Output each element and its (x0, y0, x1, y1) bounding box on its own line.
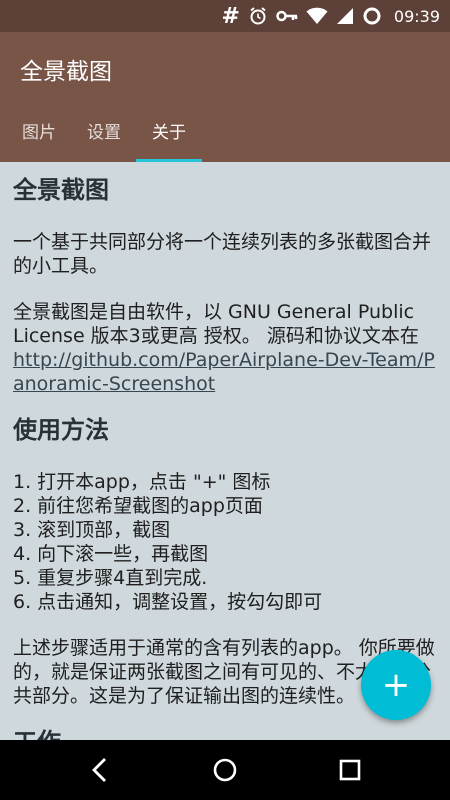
sync-icon (362, 6, 382, 26)
status-bar: # 09:39 (0, 0, 450, 32)
hash-icon: # (221, 3, 240, 29)
about-heading-usage: 使用方法 (13, 416, 109, 444)
step-item: 4. 向下滚一些，再截图 (13, 543, 209, 565)
step-item: 1. 打开本app，点击 "+" 图标 (13, 471, 271, 493)
key-icon (276, 6, 298, 26)
alarm-icon (248, 6, 268, 26)
recents-button[interactable] (330, 750, 370, 790)
source-link[interactable]: http://github.com/PaperAirplane-Dev-Team… (13, 349, 435, 395)
tab-images-label: 图片 (22, 122, 56, 143)
recents-icon (339, 759, 361, 781)
tab-settings-label: 设置 (87, 122, 121, 143)
back-icon (92, 758, 106, 782)
tab-bar: 图片 设置 关于 (0, 98, 450, 162)
tab-about[interactable]: 关于 (136, 98, 202, 162)
tab-settings[interactable]: 设置 (72, 98, 136, 162)
signal-icon (336, 6, 354, 26)
about-license: 全景截图是自由软件，以 GNU General Public License 版… (13, 300, 437, 396)
app-title: 全景截图 (20, 59, 112, 85)
app-bar: 全景截图 图片 设置 关于 (0, 32, 450, 162)
tab-about-label: 关于 (152, 122, 186, 143)
back-button[interactable] (80, 750, 120, 790)
step-item: 5. 重复步骤4直到完成. (13, 567, 208, 589)
clock-time: 09:39 (393, 6, 440, 26)
tab-images[interactable]: 图片 (8, 98, 70, 162)
add-screenshot-button[interactable]: + (361, 650, 431, 720)
step-item: 3. 滚到顶部，截图 (13, 519, 171, 541)
about-intro: 一个基于共同部分将一个连续列表的多张截图合并的小工具。 (13, 231, 432, 277)
nav-bar (0, 740, 450, 800)
about-heading-app: 全景截图 (13, 176, 109, 204)
wifi-icon (306, 6, 328, 26)
license-text: 全景截图是自由软件，以 GNU General Public License 版… (13, 301, 419, 347)
step-item: 6. 点击通知，调整设置，按勾勾即可 (13, 591, 323, 613)
step-item: 2. 前往您希望截图的app页面 (13, 495, 263, 517)
usage-steps: 1. 打开本app，点击 "+" 图标 2. 前往您希望截图的app页面 3. … (13, 470, 437, 614)
plus-icon: + (381, 665, 411, 705)
home-button[interactable] (205, 750, 245, 790)
about-heading-work: 工作 (13, 730, 437, 740)
home-icon (213, 758, 237, 782)
